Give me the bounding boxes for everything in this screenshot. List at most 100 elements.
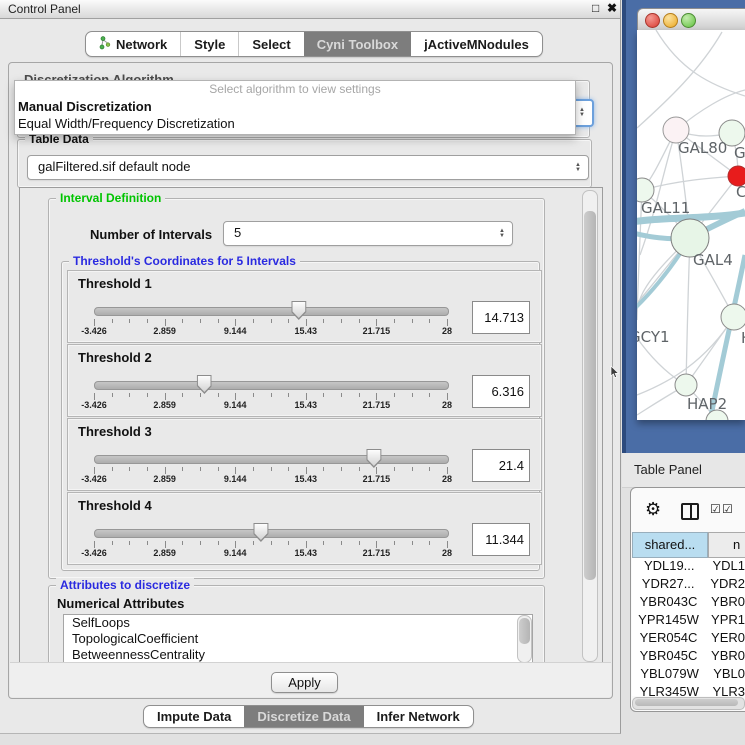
table-hscrollbar[interactable] bbox=[632, 697, 745, 710]
network-canvas[interactable]: GAL80GACGAL11GAL4GCY1HHAP2 bbox=[637, 30, 745, 420]
table-row[interactable]: YBR043CYBR0 bbox=[632, 594, 745, 612]
gear-icon[interactable]: ⚙ bbox=[645, 499, 661, 520]
cell-shared-name: YPR145W bbox=[632, 612, 705, 630]
mac-close-icon[interactable] bbox=[645, 13, 660, 28]
slider-thumb[interactable] bbox=[366, 449, 381, 468]
mouse-cursor bbox=[610, 366, 620, 379]
num-intervals-label: Number of Intervals bbox=[90, 227, 212, 242]
tab-cyni-toolbox[interactable]: Cyni Toolbox bbox=[304, 32, 411, 56]
window-title: Control Panel bbox=[8, 2, 81, 16]
num-intervals-value: 5 bbox=[234, 222, 241, 244]
control-panel-titlebar: Control Panel □ ✖ bbox=[0, 0, 620, 19]
column-header-name[interactable]: n bbox=[708, 532, 745, 558]
table-header-row: shared... n bbox=[632, 532, 745, 558]
tab-impute-data[interactable]: Impute Data bbox=[144, 706, 244, 727]
slider-tick-labels: -3.4262.8599.14415.4321.71528 bbox=[94, 474, 447, 486]
tick-label: 28 bbox=[442, 400, 452, 410]
numerical-attributes-list[interactable]: SelfLoopsTopologicalCoefficientBetweenne… bbox=[63, 614, 533, 664]
tick-label: 28 bbox=[442, 474, 452, 484]
table-row[interactable]: YPR145WYPR1 bbox=[632, 612, 745, 630]
thresholds-title: Threshold's Coordinates for 5 Intervals bbox=[69, 254, 300, 268]
thresholds-group: Threshold's Coordinates for 5 Intervals … bbox=[61, 261, 540, 571]
cell-shared-name: YBL079W bbox=[632, 666, 707, 684]
threshold-box: Threshold 3-3.4262.8599.14415.4321.71528… bbox=[67, 418, 542, 491]
attribute-item[interactable]: TopologicalCoefficient bbox=[64, 631, 532, 647]
tab-style[interactable]: Style bbox=[180, 32, 238, 56]
threshold-value-field[interactable]: 21.4 bbox=[472, 449, 530, 482]
tab-discretize-data[interactable]: Discretize Data bbox=[244, 706, 363, 727]
slider-thumb[interactable] bbox=[253, 523, 268, 542]
network-node-label: GAL4 bbox=[693, 251, 733, 269]
threshold-slider[interactable] bbox=[94, 381, 449, 390]
attributes-list-scrollbar[interactable] bbox=[517, 615, 532, 663]
attribute-item[interactable]: SelfLoops bbox=[64, 615, 532, 631]
threshold-slider[interactable] bbox=[94, 307, 449, 316]
checkbox-icon[interactable]: ☑ bbox=[710, 502, 721, 516]
tab-label: Cyni Toolbox bbox=[317, 37, 398, 52]
attributes-title: Attributes to discretize bbox=[56, 578, 194, 592]
table-row[interactable]: YLR345WYLR3 bbox=[632, 684, 745, 696]
tab-infer-network[interactable]: Infer Network bbox=[364, 706, 473, 727]
dropdown-option[interactable]: Equal Width/Frequency Discretization bbox=[15, 115, 575, 132]
tab-network[interactable]: Network bbox=[86, 32, 180, 56]
threshold-slider[interactable] bbox=[94, 529, 449, 538]
column-header-shared[interactable]: shared... bbox=[632, 532, 708, 558]
table-row[interactable]: YDR27...YDR2 bbox=[632, 576, 745, 594]
combo-arrows-icon: ▲▼ bbox=[576, 101, 588, 125]
network-node[interactable] bbox=[721, 304, 745, 330]
mac-zoom-icon[interactable] bbox=[681, 13, 696, 28]
checkbox-icon[interactable]: ☑ bbox=[722, 502, 733, 516]
tick-label: 21.715 bbox=[363, 326, 391, 336]
tab-jactivemnodules[interactable]: jActiveMNodules bbox=[411, 32, 542, 56]
cell-name: YDL1 bbox=[706, 558, 745, 576]
network-node-label: H bbox=[741, 329, 745, 347]
num-intervals-combo[interactable]: 5 ▲▼ bbox=[223, 221, 513, 246]
tick-label: -3.426 bbox=[81, 474, 107, 484]
panel-scrollbar[interactable] bbox=[582, 190, 598, 662]
tab-select[interactable]: Select bbox=[238, 32, 303, 56]
table-row[interactable]: YBR045CYBR0 bbox=[632, 648, 745, 666]
tick-label: 21.715 bbox=[363, 400, 391, 410]
table-hscrollbar-thumb[interactable] bbox=[635, 699, 738, 706]
interval-definition-title: Interval Definition bbox=[56, 191, 165, 205]
threshold-value-field[interactable]: 6.316 bbox=[472, 375, 530, 408]
table-rows[interactable]: YDL19...YDL1YDR27...YDR2YBR043CYBR0YPR14… bbox=[632, 558, 745, 696]
network-node-label: C bbox=[736, 183, 745, 201]
float-icon[interactable]: □ bbox=[592, 1, 599, 15]
network-node[interactable] bbox=[675, 374, 697, 396]
threshold-value-field[interactable]: 14.713 bbox=[472, 301, 530, 334]
table-row[interactable]: YBL079WYBL0 bbox=[632, 666, 745, 684]
cell-name: YLR3 bbox=[706, 684, 745, 696]
close-icon[interactable]: ✖ bbox=[607, 1, 617, 15]
cell-shared-name: YLR345W bbox=[632, 684, 706, 696]
dropdown-option[interactable]: Manual Discretization bbox=[15, 98, 575, 115]
table-row[interactable]: YDL19...YDL1 bbox=[632, 558, 745, 576]
slider-thumb[interactable] bbox=[197, 375, 212, 394]
attributes-scrollbar-thumb[interactable] bbox=[519, 618, 530, 644]
screen: Control Panel □ ✖ NetworkStyle Select Cyni… bbox=[0, 0, 745, 745]
slider-tick-labels: -3.4262.8599.14415.4321.71528 bbox=[94, 400, 447, 412]
apply-button[interactable]: Apply bbox=[271, 672, 338, 693]
mac-minimize-icon[interactable] bbox=[663, 13, 678, 28]
threshold-slider[interactable] bbox=[94, 455, 449, 464]
tab-label: Select bbox=[252, 37, 290, 52]
top-tab-bar: NetworkStyle Select Cyni Toolbox jActiveMNo… bbox=[85, 31, 543, 57]
slider-tick-labels: -3.4262.8599.14415.4321.71528 bbox=[94, 326, 447, 338]
table-data-combo[interactable]: galFiltered.sif default node ▲▼ bbox=[27, 155, 589, 180]
cell-name: YBR0 bbox=[705, 648, 745, 666]
tab-label: Impute Data bbox=[157, 709, 231, 724]
tick-label: 15.43 bbox=[295, 326, 318, 336]
attribute-item[interactable]: BetweennessCentrality bbox=[64, 647, 532, 663]
slider-thumb[interactable] bbox=[291, 301, 306, 320]
cell-shared-name: YER054C bbox=[632, 630, 705, 648]
columns-icon[interactable] bbox=[681, 503, 699, 520]
cell-shared-name: YDR27... bbox=[632, 576, 704, 594]
panel-scrollbar-thumb[interactable] bbox=[584, 211, 596, 580]
tick-label: 2.859 bbox=[153, 548, 176, 558]
table-row[interactable]: YER054CYER0 bbox=[632, 630, 745, 648]
network-window-titlebar bbox=[637, 8, 745, 32]
threshold-value-field[interactable]: 11.344 bbox=[472, 523, 530, 556]
tick-label: 9.144 bbox=[224, 548, 247, 558]
threshold-label: Threshold 4 bbox=[78, 498, 152, 513]
bottom-tab-bar: Impute Data Discretize DataInfer Network bbox=[143, 705, 474, 728]
